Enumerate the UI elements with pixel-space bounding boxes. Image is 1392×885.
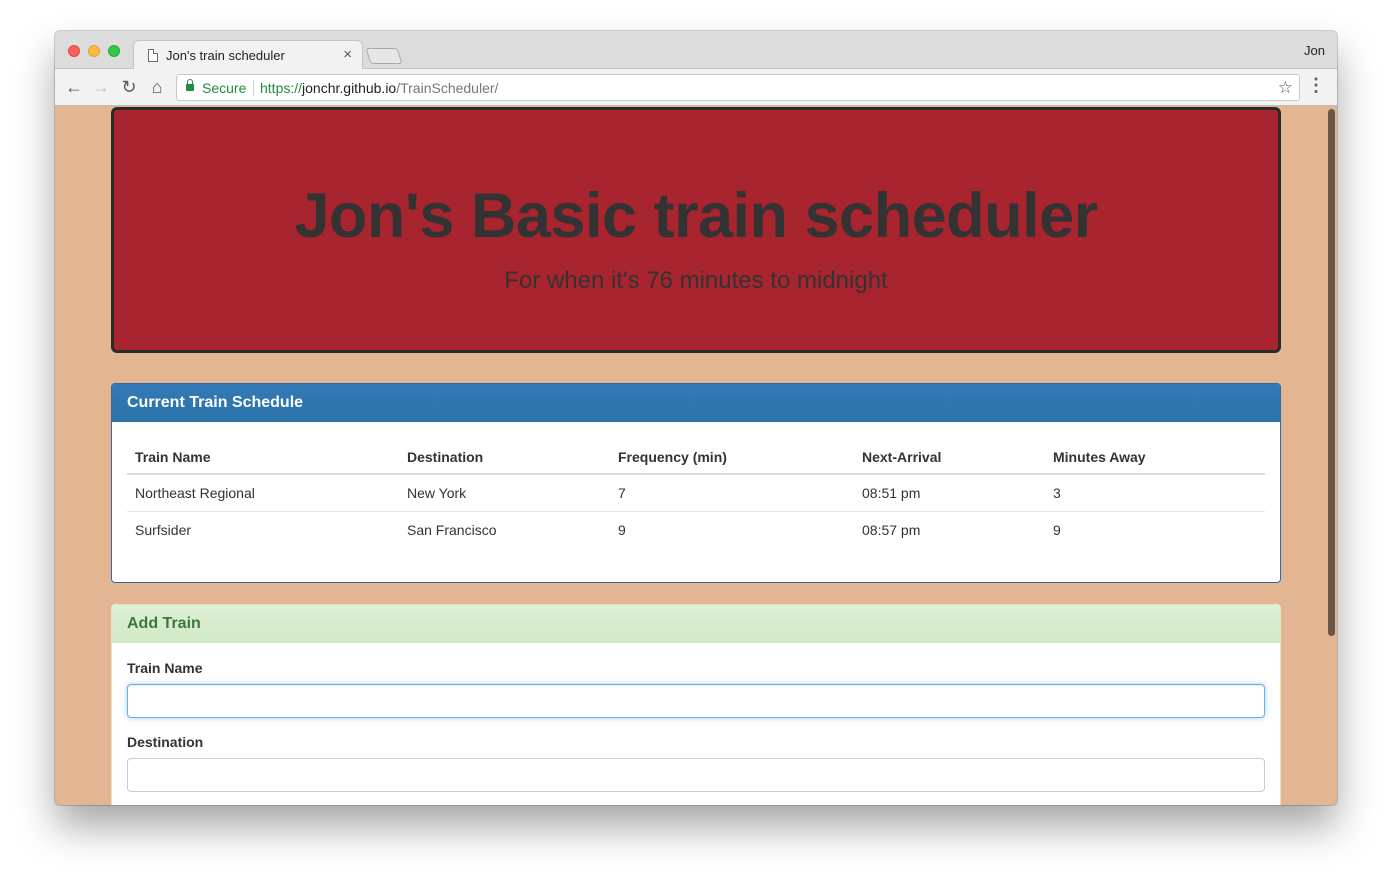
page-title: Jon's Basic train scheduler [294, 181, 1098, 251]
browser-tab[interactable]: Jon's train scheduler × [133, 40, 363, 70]
frequency-cell: 9 [618, 521, 626, 538]
add-train-panel: Add Train Train Name Destination [111, 604, 1281, 805]
page-viewport: Jon's Basic train scheduler For when it'… [55, 106, 1337, 805]
minutes-away-cell: 9 [1053, 521, 1061, 538]
column-header: Train Name [127, 440, 399, 475]
url-scheme: https:// [260, 80, 303, 96]
home-icon[interactable]: ⌂ [145, 75, 169, 99]
forward-arrow-icon[interactable]: → [89, 75, 113, 99]
browser-menu-icon[interactable]: ⋮ [1307, 75, 1325, 96]
bookmark-star-icon[interactable]: ☆ [1278, 78, 1293, 98]
train-name-input[interactable] [127, 684, 1265, 718]
jumbotron-header: Jon's Basic train scheduler For when it'… [111, 107, 1281, 353]
destination-cell: San Francisco [407, 521, 497, 538]
tab-close-icon[interactable]: × [343, 46, 352, 63]
address-bar[interactable]: Secure https://jonchr.github.io/TrainSch… [176, 74, 1300, 101]
browser-window: Jon's train scheduler × Jon ← → ↻ ⌂ Secu… [55, 31, 1337, 805]
url-path: /TrainScheduler/ [396, 80, 499, 96]
column-header: Destination [399, 440, 610, 475]
next-arrival-cell: 08:57 pm [862, 521, 921, 538]
secure-label: Secure [202, 80, 247, 96]
destination-cell: New York [399, 474, 610, 512]
table-row: Surfsider San Francisco 9 08:57 pm 9 [127, 511, 1265, 548]
add-train-panel-heading: Add Train [112, 605, 1280, 643]
frequency-cell: 7 [610, 474, 854, 512]
column-header: Frequency (min) [610, 440, 854, 475]
page-subtitle: For when it's 76 minutes to midnight [504, 267, 888, 294]
table-header-row: Train Name Destination Frequency (min) N… [127, 440, 1265, 475]
train-name-cell: Northeast Regional [127, 474, 399, 512]
document-icon [148, 49, 158, 62]
destination-label: Destination [127, 734, 204, 750]
address-divider [253, 80, 254, 96]
close-window-button[interactable] [68, 45, 80, 57]
tab-strip: Jon's train scheduler × Jon [55, 31, 1337, 70]
schedule-table: Train Name Destination Frequency (min) N… [127, 440, 1265, 548]
minutes-away-cell: 3 [1045, 474, 1265, 512]
schedule-panel: Current Train Schedule Train Name Destin… [111, 383, 1281, 583]
maximize-window-button[interactable] [108, 45, 120, 57]
column-header: Minutes Away [1045, 440, 1265, 475]
browser-toolbar: ← → ↻ ⌂ Secure https://jonchr.github.io/… [55, 69, 1337, 106]
next-arrival-cell: 08:51 pm [854, 474, 1045, 512]
column-header: Next-Arrival [854, 440, 1045, 475]
url-host: jonchr.github.io [302, 80, 397, 96]
table-row: Northeast Regional New York 7 08:51 pm 3 [127, 474, 1265, 512]
minimize-window-button[interactable] [88, 45, 100, 57]
back-arrow-icon[interactable]: ← [62, 75, 86, 99]
profile-name[interactable]: Jon [1304, 43, 1325, 58]
tab-title: Jon's train scheduler [166, 48, 285, 63]
new-tab-button[interactable] [365, 48, 403, 64]
train-name-cell: Surfsider [135, 521, 192, 538]
reload-icon[interactable]: ↻ [117, 75, 141, 99]
schedule-panel-heading: Current Train Schedule [112, 384, 1280, 422]
lock-icon [186, 79, 194, 91]
vertical-scrollbar[interactable] [1328, 109, 1335, 636]
destination-input[interactable] [127, 758, 1265, 792]
url-text[interactable]: https://jonchr.github.io/TrainScheduler/ [260, 80, 498, 96]
train-name-label: Train Name [127, 660, 203, 676]
